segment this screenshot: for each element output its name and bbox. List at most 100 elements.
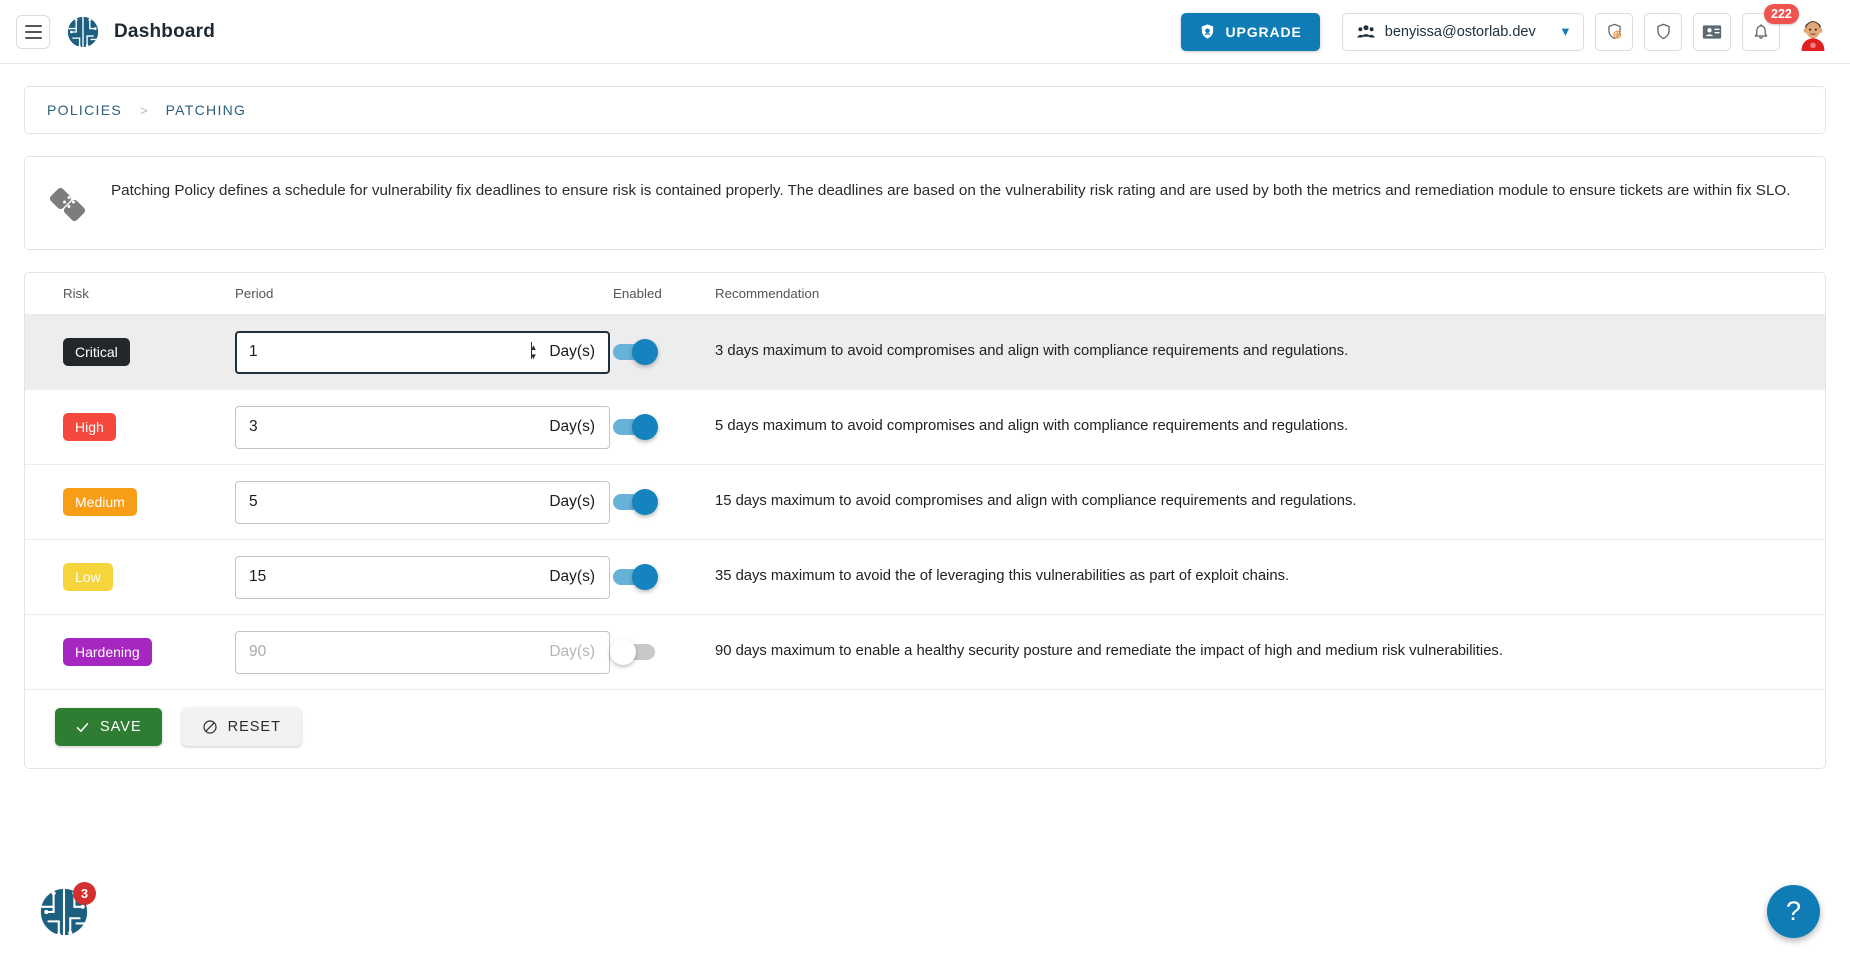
notifications-button[interactable]: 222 [1742, 13, 1780, 51]
enabled-toggle[interactable] [613, 644, 655, 660]
shield-upgrade-icon [1199, 23, 1216, 40]
help-button[interactable]: ? [1767, 885, 1820, 938]
period-value: 5 [249, 493, 541, 511]
ostorlab-circuit-logo[interactable] [66, 15, 100, 49]
column-header-risk: Risk [63, 286, 235, 301]
corner-badge-count: 3 [73, 882, 96, 905]
period-placeholder: 90 [249, 643, 541, 661]
risk-badge: Medium [63, 488, 137, 517]
enabled-cell [613, 344, 715, 360]
account-selector[interactable]: benyissa@ostorlab.dev ▾ [1342, 13, 1584, 51]
risk-cell: Low [63, 563, 235, 592]
hamburger-icon[interactable] [16, 15, 50, 49]
save-button[interactable]: SAVE [55, 708, 162, 746]
column-header-period: Period [235, 286, 613, 301]
corner-logo-button[interactable]: 3 [38, 886, 90, 938]
recommendation-text: 5 days maximum to avoid compromises and … [715, 418, 1348, 434]
risk-cell: High [63, 413, 235, 442]
help-label: ? [1786, 896, 1801, 927]
account-email: benyissa@ostorlab.dev [1385, 24, 1536, 40]
period-value: 1 [249, 343, 529, 361]
period-input[interactable]: 3Day(s) [235, 406, 610, 449]
breadcrumb-item-policies[interactable]: POLICIES [47, 102, 122, 118]
period-unit-label: Day(s) [549, 418, 595, 436]
group-users-icon [1357, 24, 1375, 39]
period-cell: 1▲▼Day(s) [235, 331, 613, 374]
upgrade-button[interactable]: UPGRADE [1181, 13, 1319, 51]
column-header-enabled: Enabled [613, 286, 715, 301]
risk-cell: Critical [63, 338, 235, 367]
risk-cell: Medium [63, 488, 235, 517]
table-row: High 3Day(s) 5 days maximum to avoid compr… [25, 390, 1825, 465]
enabled-cell [613, 569, 715, 585]
period-unit-label: Day(s) [549, 643, 595, 661]
period-input[interactable]: 90 Day(s) [235, 631, 610, 674]
info-banner-text: Patching Policy defines a schedule for v… [111, 179, 1790, 204]
period-input[interactable]: 15 Day(s) [235, 556, 610, 599]
enabled-toggle[interactable] [613, 569, 655, 585]
table-header-row: Risk Period Enabled Recommendation [25, 273, 1825, 315]
shield-plus-icon[interactable] [1595, 13, 1633, 51]
period-unit-label: Day(s) [549, 493, 595, 511]
enabled-cell [613, 494, 715, 510]
period-unit-label: Day(s) [549, 568, 595, 586]
breadcrumb-item-patching[interactable]: PATCHING [166, 102, 247, 118]
reset-label: RESET [228, 719, 281, 735]
table-body: Critical 1▲▼Day(s) 3 days maximum to avoid… [25, 315, 1825, 690]
toggle-knob [632, 489, 658, 515]
toggle-knob [632, 564, 658, 590]
period-cell: 3Day(s) [235, 406, 613, 449]
hamburger-bar [25, 37, 42, 39]
risk-badge: Low [63, 563, 113, 592]
risk-badge: Critical [63, 338, 130, 367]
recommendation-cell: 3 days maximum to avoid compromises and … [715, 341, 1825, 362]
table-row: Hardening 90 Day(s) 90 days maximum to enab… [25, 615, 1825, 690]
table-row: Medium 5 Day(s) 15 days maximum to avoid co… [25, 465, 1825, 540]
table-row: Low 15 Day(s) 35 days maximum to avoid the … [25, 540, 1825, 615]
top-bar: Dashboard UPGRADE benyissa@ostorlab.dev … [0, 0, 1850, 64]
reset-button[interactable]: RESET [182, 708, 301, 746]
period-cell: 5 Day(s) [235, 481, 613, 524]
recommendation-text: 35 days maximum to avoid the of leveragi… [715, 568, 1289, 584]
check-icon [75, 720, 90, 735]
column-header-recommendation: Recommendation [715, 286, 1825, 301]
chevron-down-icon: ▾ [1562, 24, 1569, 40]
save-label: SAVE [100, 719, 142, 735]
risk-cell: Hardening [63, 638, 235, 667]
recommendation-cell: 15 days maximum to avoid compromises and… [715, 491, 1825, 512]
period-input[interactable]: 1▲▼Day(s) [235, 331, 610, 374]
bell-icon [1752, 22, 1770, 41]
period-input[interactable]: 5 Day(s) [235, 481, 610, 524]
period-cell: 90 Day(s) [235, 631, 613, 674]
no-entry-icon [202, 719, 218, 735]
patching-policy-table: Risk Period Enabled Recommendation Criti… [24, 272, 1826, 769]
enabled-toggle[interactable] [613, 344, 655, 360]
id-card-icon[interactable] [1693, 13, 1731, 51]
breadcrumb-separator: > [140, 103, 148, 118]
page-body: POLICIES > PATCHING Patching Policy defi… [0, 64, 1850, 769]
recommendation-text: 90 days maximum to enable a healthy secu… [715, 643, 1503, 659]
period-value: 15 [249, 568, 541, 586]
enabled-toggle[interactable] [613, 494, 655, 510]
toggle-knob [632, 339, 658, 365]
avatar[interactable] [1794, 13, 1832, 51]
recommendation-text: 15 days maximum to avoid compromises and… [715, 493, 1357, 509]
toggle-knob [610, 639, 636, 665]
hamburger-bar [25, 25, 42, 27]
shield-icon[interactable] [1644, 13, 1682, 51]
enabled-toggle[interactable] [613, 419, 655, 435]
form-actions: SAVE RESET [25, 690, 1825, 768]
risk-badge: Hardening [63, 638, 152, 667]
enabled-cell [613, 644, 715, 660]
upgrade-label: UPGRADE [1225, 24, 1301, 40]
info-banner: Patching Policy defines a schedule for v… [24, 156, 1826, 250]
hamburger-bar [25, 31, 42, 33]
breadcrumb: POLICIES > PATCHING [24, 86, 1826, 134]
period-unit-label: Day(s) [549, 343, 595, 361]
table-row: Critical 1▲▼Day(s) 3 days maximum to avoid… [25, 315, 1825, 390]
period-cell: 15 Day(s) [235, 556, 613, 599]
recommendation-cell: 90 days maximum to enable a healthy secu… [715, 641, 1825, 662]
enabled-cell [613, 419, 715, 435]
risk-badge: High [63, 413, 116, 442]
patch-bandage-icon [47, 183, 89, 225]
